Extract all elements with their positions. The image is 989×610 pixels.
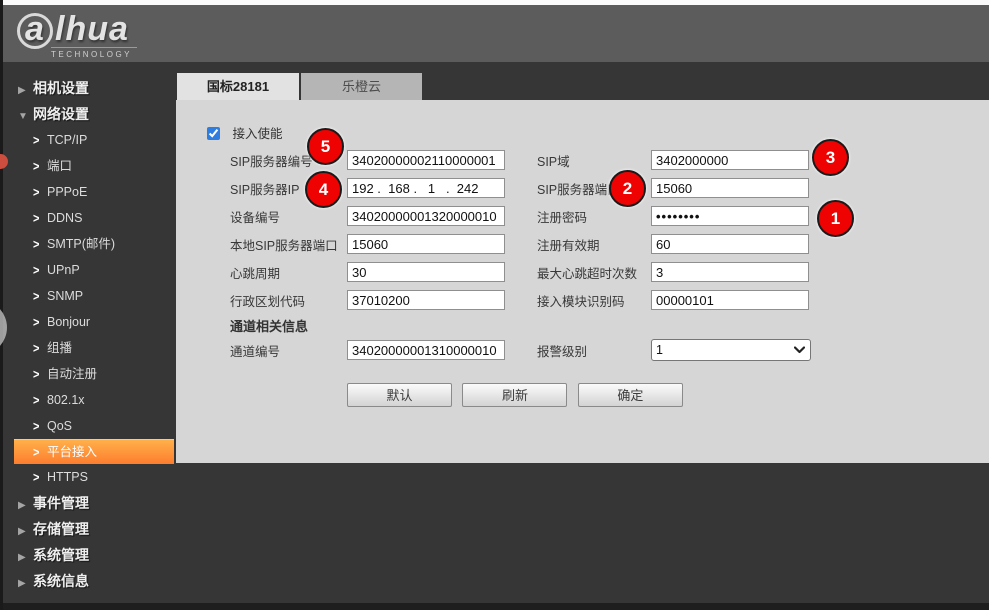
sidebar-item-label: Bonjour xyxy=(47,315,90,329)
sidebar-item-label: UPnP xyxy=(47,263,80,277)
heartbeat-period-input[interactable] xyxy=(347,262,505,282)
sidebar-item-label: 802.1x xyxy=(47,393,85,407)
sidebar-item-label: 事件管理 xyxy=(33,495,89,511)
sidebar-item-camera-settings[interactable]: ▶相机设置 xyxy=(3,75,176,101)
register-validity-label: 注册有效期 xyxy=(537,235,651,254)
sidebar-item-label: DDNS xyxy=(47,211,82,225)
sidebar-item-label: 平台接入 xyxy=(47,445,97,459)
sidebar-item-system-management[interactable]: ▶系统管理 xyxy=(3,542,176,568)
sidebar-item-multicast[interactable]: >组播 xyxy=(3,335,176,361)
heartbeat-period-label: 心跳周期 xyxy=(230,263,347,282)
sidebar-item-label: SMTP(邮件) xyxy=(47,237,115,251)
header: alhua TECHNOLOGY xyxy=(3,5,989,62)
alarm-level-select-wrap: 1 xyxy=(651,339,811,361)
sidebar-item-upnp[interactable]: >UPnP xyxy=(3,257,176,283)
sidebar-item-label: 自动注册 xyxy=(47,367,97,381)
dahua-logo: alhua TECHNOLOGY xyxy=(17,11,137,59)
page: alhua TECHNOLOGY ▶相机设置 ▼网络设置 >TCP/IP >端口… xyxy=(0,0,989,610)
callout-2: 2 xyxy=(609,170,646,207)
callout-5: 5 xyxy=(307,128,344,165)
sidebar-item-tcpip[interactable]: >TCP/IP xyxy=(3,127,176,153)
sidebar-item-8021x[interactable]: >802.1x xyxy=(3,387,176,413)
default-button[interactable]: 默认 xyxy=(347,383,452,407)
sidebar-item-storage-management[interactable]: ▶存储管理 xyxy=(3,516,176,542)
logo-wordmark: alhua xyxy=(17,11,137,49)
channel-section-title: 通道相关信息 xyxy=(230,316,308,335)
sidebar-item-port[interactable]: >端口 xyxy=(3,153,176,179)
chevron-right-icon: > xyxy=(33,412,47,442)
chevron-right-icon: > xyxy=(33,463,47,493)
callout-1: 1 xyxy=(817,200,854,237)
admin-region-code-label: 行政区划代码 xyxy=(230,291,347,310)
callout-4: 4 xyxy=(305,171,342,208)
tab-gb28181[interactable]: 国标28181 xyxy=(177,73,299,100)
sidebar-item-label: 存储管理 xyxy=(33,521,89,537)
button-row: 默认 刷新 确定 xyxy=(347,383,689,407)
device-id-label: 设备编号 xyxy=(230,207,347,226)
sidebar-item-event-management[interactable]: ▶事件管理 xyxy=(3,490,176,516)
local-sip-port-input[interactable] xyxy=(347,234,505,254)
sidebar-item-https[interactable]: >HTTPS xyxy=(3,464,176,490)
sidebar-item-label: 网络设置 xyxy=(33,106,89,122)
tab-lechengyun[interactable]: 乐橙云 xyxy=(301,73,422,100)
triangle-right-icon: ▶ xyxy=(18,571,33,597)
bottom-strip xyxy=(3,603,989,610)
sidebar-item-ddns[interactable]: >DDNS xyxy=(3,205,176,231)
local-sip-port-label: 本地SIP服务器端口 xyxy=(230,235,347,254)
admin-region-code-input[interactable] xyxy=(347,290,505,310)
sidebar-item-label: 系统管理 xyxy=(33,547,89,563)
channel-form: 通道编号 报警级别 1 xyxy=(230,336,811,364)
register-password-label: 注册密码 xyxy=(537,207,651,226)
access-module-id-label: 接入模块识别码 xyxy=(537,291,651,310)
sip-server-id-input[interactable] xyxy=(347,150,505,170)
callout-3: 3 xyxy=(812,139,849,176)
sidebar-item-qos[interactable]: >QoS xyxy=(3,413,176,439)
access-enable-checkbox[interactable] xyxy=(207,127,220,140)
content-panel: 接入使能 SIP服务器编号 SIP域 SIP服务器IP SIP服务器端口 设备编… xyxy=(176,100,989,463)
access-module-id-input[interactable] xyxy=(651,290,809,310)
logo-a-ring: a xyxy=(17,13,53,49)
sidebar-item-label: 相机设置 xyxy=(33,80,89,96)
triangle-down-icon: ▼ xyxy=(18,104,33,130)
sidebar-item-platform-access[interactable]: >平台接入 xyxy=(14,439,174,464)
sidebar-item-smtp[interactable]: >SMTP(邮件) xyxy=(3,231,176,257)
alarm-level-select[interactable]: 1 xyxy=(651,339,811,361)
sidebar-item-label: SNMP xyxy=(47,289,83,303)
max-heartbeat-timeout-label: 最大心跳超时次数 xyxy=(537,263,651,282)
max-heartbeat-timeout-input[interactable] xyxy=(651,262,809,282)
sidebar: ▶相机设置 ▼网络设置 >TCP/IP >端口 >PPPoE >DDNS >SM… xyxy=(3,62,176,603)
sidebar-item-snmp[interactable]: >SNMP xyxy=(3,283,176,309)
sip-server-ip-input[interactable] xyxy=(347,178,505,198)
sidebar-item-bonjour[interactable]: >Bonjour xyxy=(3,309,176,335)
sidebar-item-label: 端口 xyxy=(47,159,72,173)
sidebar-item-label: 组播 xyxy=(47,341,72,355)
sidebar-item-auto-register[interactable]: >自动注册 xyxy=(3,361,176,387)
channel-id-input[interactable] xyxy=(347,340,505,360)
refresh-button[interactable]: 刷新 xyxy=(462,383,567,407)
access-enable-label: 接入使能 xyxy=(232,127,282,141)
sidebar-item-label: 系统信息 xyxy=(33,573,89,589)
logo-rest: lhua xyxy=(55,10,129,48)
register-validity-input[interactable] xyxy=(651,234,809,254)
sidebar-item-label: HTTPS xyxy=(47,470,88,484)
sidebar-item-pppoe[interactable]: >PPPoE xyxy=(3,179,176,205)
enable-row: 接入使能 xyxy=(207,126,283,142)
sip-domain-label: SIP域 xyxy=(537,151,651,170)
channel-id-label: 通道编号 xyxy=(230,341,347,360)
register-password-input[interactable] xyxy=(651,206,809,226)
sip-domain-input[interactable] xyxy=(651,150,809,170)
sidebar-item-network-settings[interactable]: ▼网络设置 xyxy=(3,101,176,127)
sip-server-port-input[interactable] xyxy=(651,178,809,198)
alarm-level-label: 报警级别 xyxy=(537,341,651,360)
sidebar-item-label: PPPoE xyxy=(47,185,87,199)
sidebar-item-label: QoS xyxy=(47,419,72,433)
confirm-button[interactable]: 确定 xyxy=(578,383,683,407)
sidebar-item-system-info[interactable]: ▶系统信息 xyxy=(3,568,176,594)
sidebar-item-label: TCP/IP xyxy=(47,133,87,147)
device-id-input[interactable] xyxy=(347,206,505,226)
